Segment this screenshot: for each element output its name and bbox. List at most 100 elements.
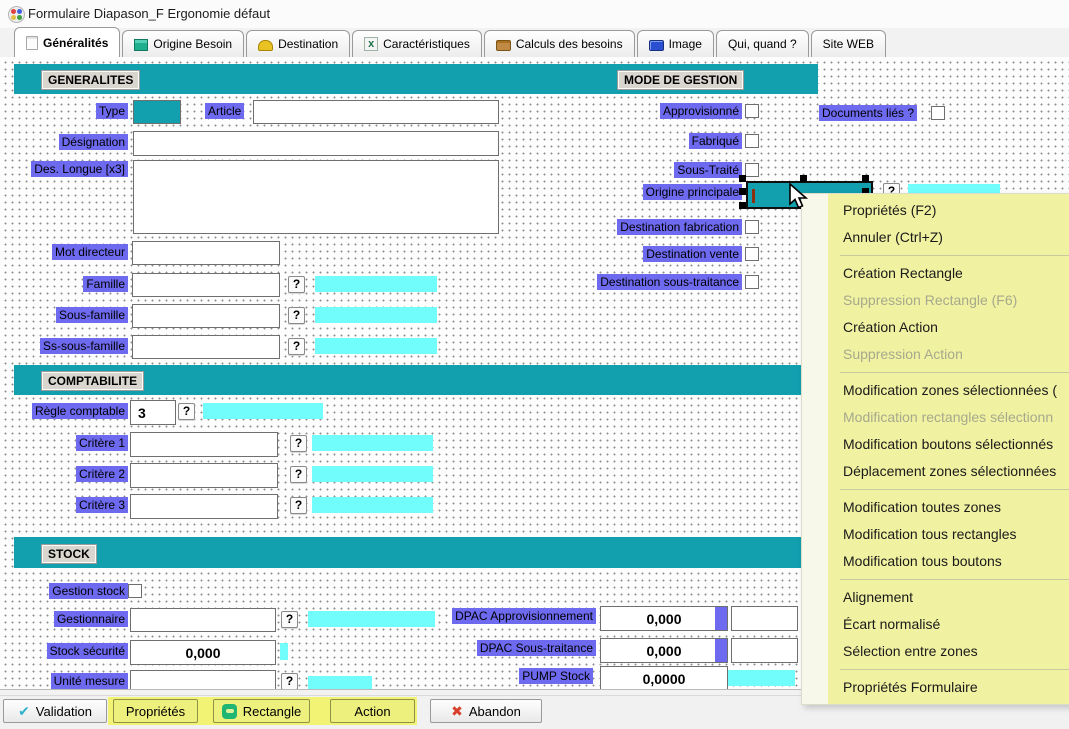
menu-item-modification-zones-selectionnees[interactable]: Modification zones sélectionnées ( bbox=[802, 377, 1069, 404]
menu-item-modification-toutes-zones[interactable]: Modification toutes zones bbox=[802, 494, 1069, 521]
rectangle-button-label: Rectangle bbox=[243, 704, 302, 719]
gestionnaire-input[interactable] bbox=[130, 608, 276, 632]
rectangle-button[interactable]: Rectangle bbox=[213, 699, 310, 723]
type-input[interactable] bbox=[133, 100, 181, 124]
dpac-sous-traitance-input[interactable]: 0,000 bbox=[600, 638, 728, 663]
article-input[interactable] bbox=[253, 100, 499, 124]
menu-item-annuler[interactable]: Annuler (Ctrl+Z) bbox=[802, 224, 1069, 251]
gestion-stock-checkbox[interactable] bbox=[128, 584, 142, 598]
menu-item-creation-rectangle[interactable]: Création Rectangle bbox=[802, 260, 1069, 287]
fabrique-checkbox[interactable] bbox=[745, 134, 759, 148]
selection-handle-bottom-left[interactable] bbox=[739, 202, 746, 209]
menu-item-proprietes-formulaire[interactable]: Propriétés Formulaire bbox=[802, 674, 1069, 701]
sous-famille-input[interactable] bbox=[132, 304, 280, 328]
menu-item-modification-boutons-selectionnes[interactable]: Modification boutons sélectionnés bbox=[802, 431, 1069, 458]
critere2-help-button[interactable]: ? bbox=[290, 466, 307, 483]
tab-label: Qui, quand ? bbox=[728, 37, 797, 51]
critere3-help-button[interactable]: ? bbox=[290, 497, 307, 514]
cross-icon: ✖ bbox=[451, 704, 463, 718]
zone-caret bbox=[752, 189, 755, 203]
sous-traite-label: Sous-Traité bbox=[674, 162, 742, 178]
menu-item-modification-tous-boutons[interactable]: Modification tous boutons bbox=[802, 548, 1069, 575]
dpac-sous-traitance-extra-input[interactable] bbox=[731, 638, 798, 663]
tab-generalites[interactable]: Généralités bbox=[14, 27, 120, 57]
documents-lies-checkbox[interactable] bbox=[931, 106, 945, 120]
tab-origine-besoin[interactable]: Origine Besoin bbox=[122, 30, 244, 57]
abandon-button[interactable]: ✖ Abandon bbox=[430, 699, 542, 723]
sous-famille-help-button[interactable]: ? bbox=[288, 307, 305, 324]
ss-sous-famille-help-button[interactable]: ? bbox=[288, 338, 305, 355]
selection-handle-mid-left[interactable] bbox=[739, 188, 746, 195]
sous-famille-display bbox=[315, 307, 437, 323]
destination-fabrication-checkbox[interactable] bbox=[745, 220, 759, 234]
gestionnaire-display bbox=[308, 611, 435, 627]
tab-label: Calculs des besoins bbox=[516, 37, 623, 51]
critere1-help-button[interactable]: ? bbox=[290, 435, 307, 452]
pump-stock-input[interactable]: 0,0000 bbox=[600, 666, 728, 690]
famille-help-button[interactable]: ? bbox=[288, 276, 305, 293]
dpac-approvisionnement-value: 0,000 bbox=[646, 611, 681, 627]
proprietes-button[interactable]: Propriétés bbox=[113, 699, 198, 723]
destination-vente-checkbox[interactable] bbox=[745, 247, 759, 261]
toolbox-icon bbox=[496, 40, 511, 51]
menu-item-deplacement-zones-selectionnees[interactable]: Déplacement zones sélectionnées bbox=[802, 458, 1069, 485]
action-button[interactable]: Action bbox=[330, 699, 415, 723]
unite-mesure-display bbox=[308, 676, 372, 690]
menu-item-modification-tous-rectangles[interactable]: Modification tous rectangles bbox=[802, 521, 1069, 548]
regle-comptable-input[interactable]: 3 bbox=[130, 400, 176, 425]
gestionnaire-help-button[interactable]: ? bbox=[281, 611, 298, 628]
critere3-input[interactable] bbox=[130, 494, 278, 519]
section-header-comptabilite: COMPTABILITE bbox=[42, 372, 143, 390]
menu-item-selection-entre-zones[interactable]: Sélection entre zones bbox=[802, 638, 1069, 665]
tab-label: Image bbox=[669, 37, 702, 51]
unite-mesure-help-button[interactable]: ? bbox=[281, 673, 298, 690]
designation-input[interactable] bbox=[133, 131, 499, 156]
fabrique-label: Fabriqué bbox=[689, 133, 742, 149]
critere1-input[interactable] bbox=[130, 432, 278, 457]
menu-item-ecart-normalise[interactable]: Écart normalisé bbox=[802, 611, 1069, 638]
unite-mesure-input[interactable] bbox=[130, 670, 276, 690]
app-icon bbox=[8, 6, 25, 23]
dpac-approvisionnement-extra-input[interactable] bbox=[731, 606, 798, 631]
ss-sous-famille-input[interactable] bbox=[132, 335, 280, 359]
tab-label: Site WEB bbox=[823, 37, 874, 51]
tab-calculs-des-besoins[interactable]: Calculs des besoins bbox=[484, 30, 635, 57]
sous-traite-checkbox[interactable] bbox=[745, 163, 759, 177]
menu-item-creation-action[interactable]: Création Action bbox=[802, 314, 1069, 341]
destination-sous-traitance-checkbox[interactable] bbox=[745, 275, 759, 289]
menu-separator bbox=[840, 255, 1069, 256]
tab-destination[interactable]: Destination bbox=[246, 30, 350, 57]
form-designer-window: { "window": { "title": "Formulaire Diapa… bbox=[0, 0, 1069, 728]
mot-directeur-input[interactable] bbox=[132, 241, 280, 265]
context-menu: Propriétés (F2) Annuler (Ctrl+Z) Créatio… bbox=[801, 193, 1069, 705]
tab-image[interactable]: Image bbox=[637, 30, 714, 57]
famille-input[interactable] bbox=[132, 273, 280, 297]
regle-comptable-help-button[interactable]: ? bbox=[178, 403, 195, 420]
stack-icon bbox=[134, 39, 148, 51]
stock-securite-input[interactable]: 0,000 bbox=[130, 640, 276, 665]
approvisionne-checkbox[interactable] bbox=[745, 104, 759, 118]
menu-item-suppression-rectangle: Suppression Rectangle (F6) bbox=[802, 287, 1069, 314]
critere2-input[interactable] bbox=[130, 463, 278, 488]
menu-separator bbox=[840, 489, 1069, 490]
tab-site-web[interactable]: Site WEB bbox=[811, 30, 886, 57]
dpac-approvisionnement-input[interactable]: 0,000 bbox=[600, 606, 728, 631]
critere2-display bbox=[312, 466, 433, 482]
stock-securite-label: Stock sécurité bbox=[47, 643, 128, 659]
regle-comptable-display bbox=[203, 403, 323, 419]
tab-qui-quand[interactable]: Qui, quand ? bbox=[716, 30, 809, 57]
menu-separator bbox=[840, 579, 1069, 580]
menu-item-suppression-action: Suppression Action bbox=[802, 341, 1069, 368]
menu-item-proprietes[interactable]: Propriétés (F2) bbox=[802, 197, 1069, 224]
tab-caracteristiques[interactable]: x Caractéristiques bbox=[352, 30, 482, 57]
critere3-display bbox=[312, 497, 433, 513]
regle-comptable-label: Règle comptable bbox=[32, 403, 128, 419]
proprietes-button-label: Propriétés bbox=[126, 704, 185, 719]
selection-handle-top-mid[interactable] bbox=[800, 175, 807, 182]
des-longue-textarea[interactable] bbox=[133, 160, 499, 234]
selection-handle-top-left[interactable] bbox=[739, 175, 746, 182]
menu-item-alignement[interactable]: Alignement bbox=[802, 584, 1069, 611]
selection-handle-top-right[interactable] bbox=[862, 175, 869, 182]
mouse-cursor bbox=[787, 183, 811, 216]
validation-button[interactable]: ✔ Validation bbox=[3, 699, 107, 723]
